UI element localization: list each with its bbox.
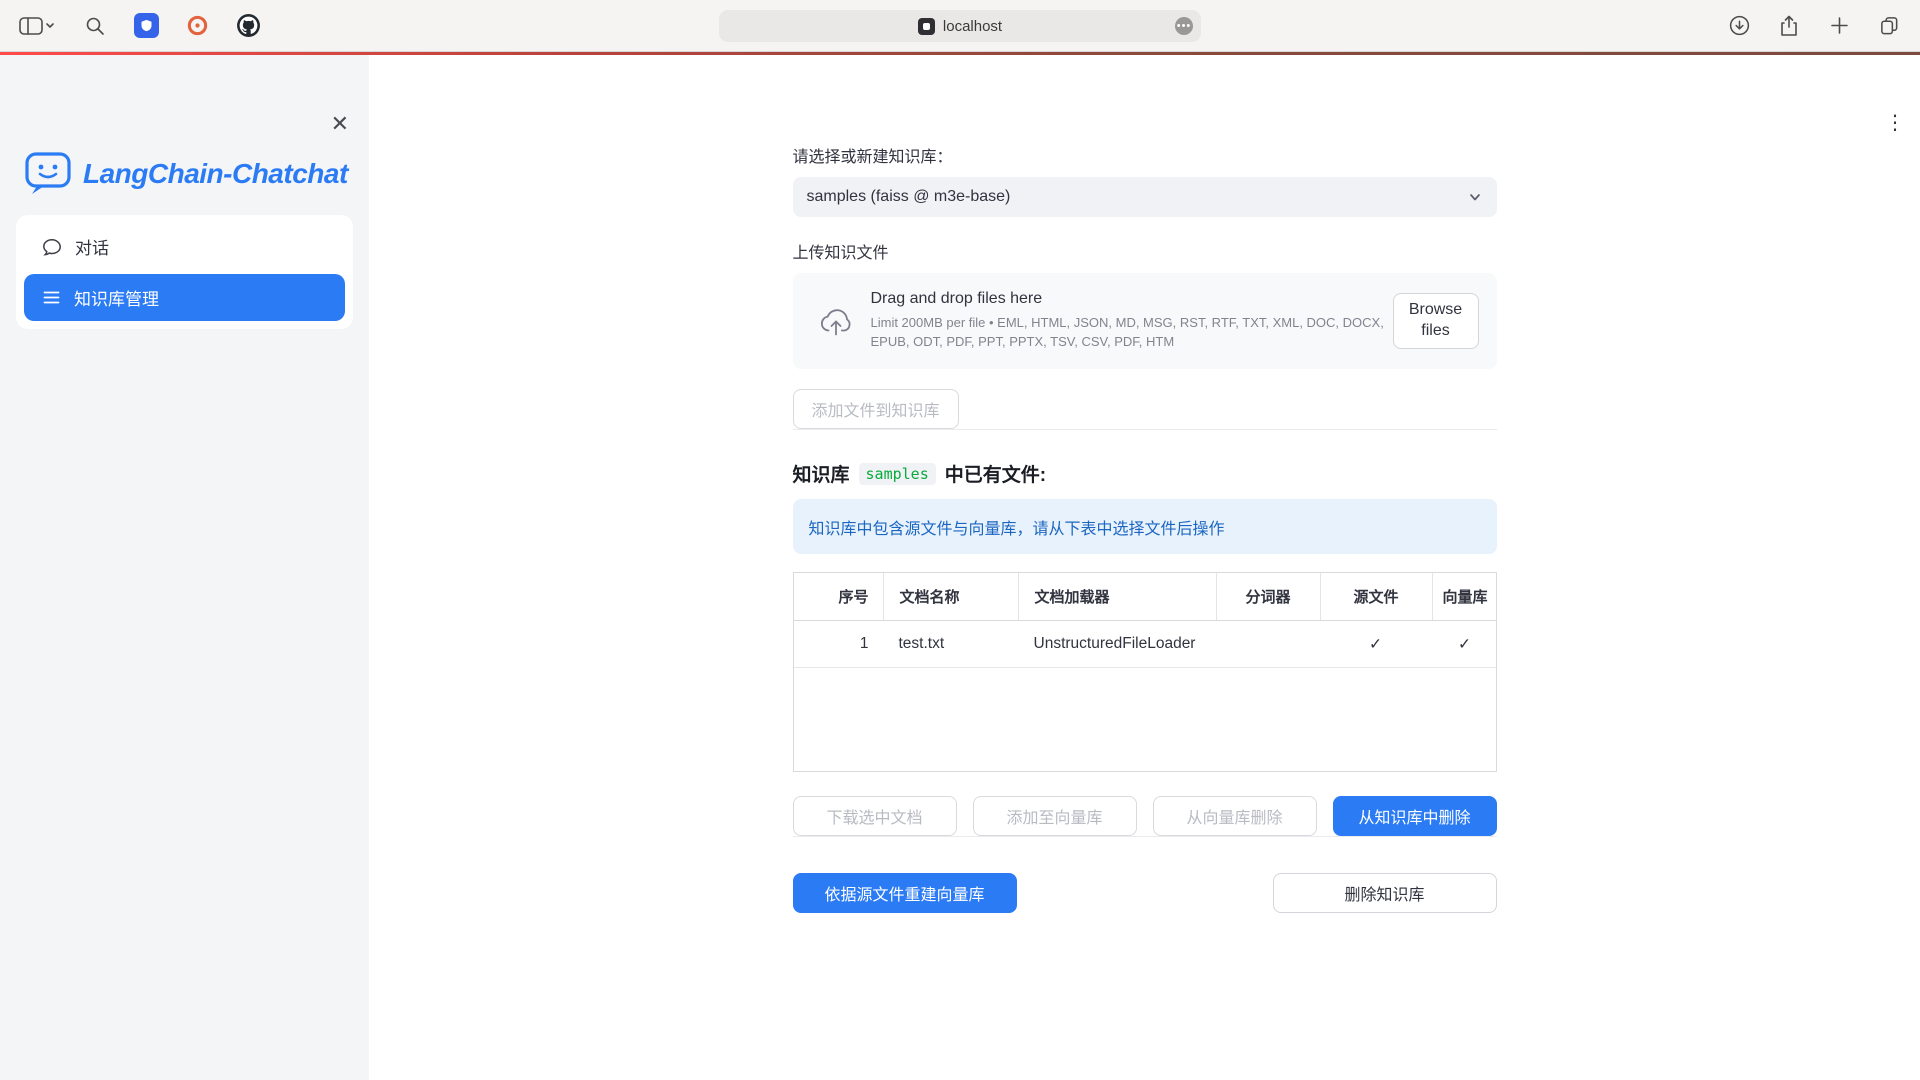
remove-from-vectorstore-button[interactable]: 从向量库删除 [1153, 796, 1317, 836]
kb-name-code: samples [859, 463, 936, 485]
logo-text: LangChain-Chatchat [83, 158, 348, 190]
download-selected-button[interactable]: 下载选中文档 [793, 796, 957, 836]
col-header-loader: 文档加载器 [1018, 573, 1216, 620]
browser-toolbar: localhost ••• [0, 0, 1920, 52]
col-header-index: 序号 [794, 573, 883, 620]
sidebar-item-label: 对话 [75, 234, 109, 259]
main-area: ⋮ 请选择或新建知识库： samples (faiss @ m3e-base) … [369, 55, 1920, 1080]
address-extensions-icon[interactable]: ••• [1175, 17, 1193, 35]
divider [793, 836, 1497, 837]
table-header-row: 序号 文档名称 文档加载器 分词器 源文件 向量库 [794, 573, 1496, 621]
kb-heading-prefix: 知识库 [793, 460, 850, 487]
search-icon[interactable] [82, 13, 108, 39]
streamlit-menu-icon[interactable]: ⋮ [1885, 113, 1905, 133]
cell-sourcefile-check: ✓ [1320, 621, 1432, 667]
toolbar-right-group [1726, 13, 1902, 39]
uploader-drag-text: Drag and drop files here [871, 290, 1393, 308]
cell-vectorstore-check: ✓ [1432, 621, 1498, 667]
cloud-upload-icon [819, 306, 853, 336]
file-uploader-dropzone[interactable]: Drag and drop files here Limit 200MB per… [793, 273, 1497, 369]
cell-index: 1 [794, 621, 883, 667]
col-header-docname: 文档名称 [883, 573, 1018, 620]
content-column: 请选择或新建知识库： samples (faiss @ m3e-base) 上传… [793, 55, 1497, 913]
address-bar[interactable]: localhost ••• [719, 10, 1201, 42]
delete-kb-button[interactable]: 删除知识库 [1273, 873, 1497, 913]
browser-window: localhost ••• [0, 0, 1920, 1080]
divider [793, 429, 1497, 430]
add-files-to-kb-button[interactable]: 添加文件到知识库 [793, 389, 959, 429]
cell-docname: test.txt [883, 621, 1018, 667]
extension-shield-icon[interactable] [134, 13, 159, 38]
table-action-buttons: 下载选中文档 添加至向量库 从向量库删除 从知识库中删除 [793, 796, 1497, 836]
kb-files-heading: 知识库 samples 中已有文件: [793, 460, 1497, 487]
uploader-texts: Drag and drop files here Limit 200MB per… [871, 290, 1393, 352]
new-tab-icon[interactable] [1826, 13, 1852, 39]
col-header-vectorstore: 向量库 [1432, 573, 1498, 620]
chat-bubble-icon [42, 237, 62, 257]
kb-list-icon [42, 288, 61, 307]
toolbar-left-group [18, 13, 261, 39]
extension-github-icon[interactable] [236, 13, 261, 38]
table-row[interactable]: 1 test.txt UnstructuredFileLoader ✓ ✓ [794, 621, 1496, 668]
kb-select-label: 请选择或新建知识库： [793, 143, 1497, 167]
rebuild-vectorstore-button[interactable]: 依据源文件重建向量库 [793, 873, 1017, 913]
address-url: localhost [943, 18, 1002, 35]
cell-splitter [1216, 621, 1320, 667]
sidebar-item-label: 知识库管理 [74, 285, 159, 310]
chat-logo-icon [24, 151, 72, 197]
sidebar-item-dialogue[interactable]: 对话 [24, 223, 345, 270]
sidebar: ✕ LangChain-Chatchat 对话 [0, 55, 369, 1080]
app-logo: LangChain-Chatchat [24, 151, 369, 197]
kb-select[interactable]: samples (faiss @ m3e-base) [793, 177, 1497, 217]
kb-bottom-buttons: 依据源文件重建向量库 删除知识库 [793, 873, 1497, 913]
kb-select-value: samples (faiss @ m3e-base) [807, 188, 1467, 206]
cell-loader: UnstructuredFileLoader [1018, 621, 1216, 667]
uploader-limit-text: Limit 200MB per file • EML, HTML, JSON, … [871, 314, 1393, 352]
downloads-icon[interactable] [1726, 13, 1752, 39]
kb-heading-suffix: 中已有文件: [945, 460, 1046, 487]
add-to-vectorstore-button[interactable]: 添加至向量库 [973, 796, 1137, 836]
browse-files-button[interactable]: Browse files [1393, 293, 1479, 349]
sidebar-toggle-icon[interactable] [18, 13, 56, 39]
upload-label: 上传知识文件 [793, 239, 1497, 263]
sidebar-menu: 对话 知识库管理 [16, 215, 353, 329]
tab-overview-icon[interactable] [1876, 13, 1902, 39]
col-header-splitter: 分词器 [1216, 573, 1320, 620]
share-icon[interactable] [1776, 13, 1802, 39]
chevron-down-icon [1467, 189, 1483, 205]
col-header-sourcefile: 源文件 [1320, 573, 1432, 620]
delete-from-kb-button[interactable]: 从知识库中删除 [1333, 796, 1497, 836]
sidebar-close-icon[interactable]: ✕ [331, 113, 349, 135]
info-alert: 知识库中包含源文件与向量库，请从下表中选择文件后操作 [793, 499, 1497, 554]
site-favicon [918, 18, 935, 35]
extension-ring-icon[interactable] [185, 13, 210, 38]
kb-files-table[interactable]: 序号 文档名称 文档加载器 分词器 源文件 向量库 1 test.txt Uns… [793, 572, 1497, 772]
app-body: ✕ LangChain-Chatchat 对话 [0, 55, 1920, 1080]
sidebar-item-kb-management[interactable]: 知识库管理 [24, 274, 345, 321]
